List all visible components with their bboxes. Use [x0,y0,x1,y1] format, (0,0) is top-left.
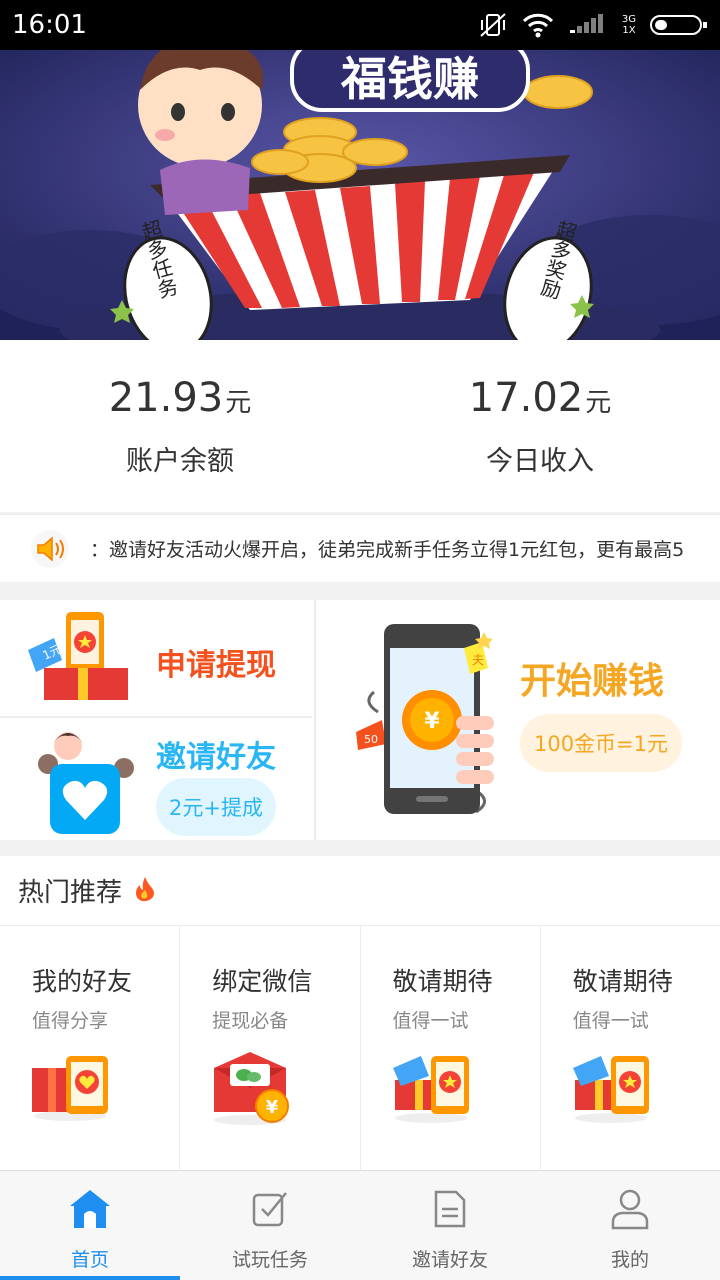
withdraw-label: 申请提现 [156,648,276,683]
task-icon [251,1187,289,1231]
hot-recommend-header: 热门推荐 [0,856,720,926]
phone-coin-icon: 50 ¥ 夫 [352,612,502,831]
hot-card-subtitle: 值得一试 [572,1010,649,1032]
income-amount: 17.02元 [469,375,612,421]
announcement-bar[interactable]: ：邀请好友活动火爆开启，徒弟完成新手任务立得1元红包，更有最高5 [0,514,720,582]
announcement-text: ：邀请好友活动火爆开启，徒弟完成新手任务立得1元红包，更有最高5 [90,539,685,561]
start-earning-card[interactable]: 50 ¥ 夫 开始赚钱 100金币=1元 [314,600,720,840]
nav-home-label: 首页 [70,1249,109,1271]
promo-banner[interactable]: 福钱赚 超多任务 超多奖励 [0,50,720,340]
coin-rate-pill: 100金币=1元 [520,714,682,772]
income-value: 17.02 [468,374,584,421]
status-icons: 3G 1X [478,10,708,40]
nav-trial-tasks[interactable]: 试玩任务 [180,1171,360,1280]
hot-card-coming-soon-2[interactable]: 敬请期待 值得一试 [541,926,720,1170]
hot-card-coming-soon-1[interactable]: 敬请期待 值得一试 [361,926,541,1170]
hot-card-subtitle: 提现必备 [212,1010,289,1032]
wechat-envelope-icon: ¥ [210,1050,292,1130]
document-icon [433,1187,467,1231]
fire-icon [134,876,156,906]
hot-recommend-title: 热门推荐 [18,878,123,908]
bottom-nav: 首页 试玩任务 邀请好友 我的 [0,1170,720,1280]
hot-card-subtitle: 值得一试 [392,1010,469,1032]
nav-home[interactable]: 首页 [0,1171,180,1280]
balance-unit: 元 [225,387,252,418]
svg-text:50: 50 [364,733,378,746]
account-balance[interactable]: 21.93元 账户余额 [0,340,360,512]
balance-amount: 21.93元 [109,375,252,421]
action-panel: 1元 申请提现 邀请好友 2元+提成 50 ¥ 夫 开始赚钱 100金币=1元 [0,600,720,840]
network-type: 3G 1X [621,14,636,36]
income-unit: 元 [585,387,612,418]
user-icon [610,1187,650,1231]
hot-card-bind-wechat[interactable]: 绑定微信 提现必备 ¥ [180,926,361,1170]
svg-text:夫: 夫 [472,653,484,667]
svg-text:¥: ¥ [424,709,440,734]
earnings-summary: 21.93元 账户余额 17.02元 今日收入 [0,340,720,512]
banner-illustration: 福钱赚 超多任务 超多奖励 [0,50,720,340]
hot-card-title: 我的好友 [32,967,133,996]
status-bar: 16:01 3G 1X [0,0,720,50]
invite-card[interactable]: 邀请好友 2元+提成 [0,720,312,840]
wifi-icon [522,12,554,38]
balance-value: 21.93 [108,374,224,421]
nav-me[interactable]: 我的 [540,1171,720,1280]
nav-invite-friends-label: 邀请好友 [411,1249,488,1271]
hot-card-my-friends[interactable]: 我的好友 值得分享 [0,926,181,1170]
speaker-icon [30,529,70,569]
hot-card-title: 敬请期待 [572,967,673,996]
invite-reward-pill: 2元+提成 [156,778,276,836]
gift-phone-icon [391,1050,473,1128]
hot-card-subtitle: 值得分享 [32,1010,109,1032]
income-label: 今日收入 [486,445,594,477]
withdraw-card[interactable]: 1元 申请提现 [0,600,312,718]
home-icon [68,1187,112,1231]
hot-recommend-section: 热门推荐 我的好友 值得分享 绑定微信 提现必备 ¥ 敬请期待 值得一试 敬请期… [0,856,720,1170]
invite-label: 邀请好友 [156,740,276,775]
hot-card-title: 敬请期待 [392,967,493,996]
invite-heart-icon [38,724,138,840]
hot-recommend-grid: 我的好友 值得分享 绑定微信 提现必备 ¥ 敬请期待 值得一试 敬请期待 值得一… [0,926,720,1170]
nav-trial-tasks-label: 试玩任务 [231,1249,308,1271]
nav-me-label: 我的 [610,1249,649,1271]
status-time: 16:01 [12,10,87,40]
banner-title: 福钱赚 [340,52,479,106]
signal-icon [568,12,608,38]
battery-icon [650,14,708,36]
gift-phone-icon [571,1050,653,1128]
svg-text:¥: ¥ [266,1097,279,1118]
vibrate-off-icon [478,11,508,39]
gift-heart-icon [30,1050,110,1126]
hot-card-title: 绑定微信 [212,967,313,996]
balance-label: 账户余额 [126,445,234,477]
nav-invite-friends[interactable]: 邀请好友 [360,1171,540,1280]
today-income[interactable]: 17.02元 今日收入 [360,340,720,512]
gift-phone-icon: 1元 [26,610,136,709]
start-earning-label: 开始赚钱 [520,661,665,702]
